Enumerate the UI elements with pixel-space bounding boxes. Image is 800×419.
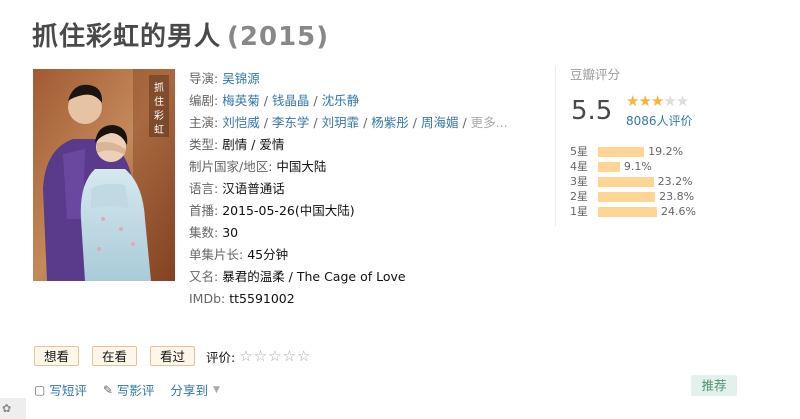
rating-star-label: 4星 (570, 160, 588, 173)
premiere-label: 首播: (189, 203, 219, 218)
poster-title-char: 彩 (154, 110, 164, 122)
review-link[interactable]: 写影评 (117, 380, 155, 399)
writer-label: 编剧: (189, 93, 219, 108)
poster-image[interactable]: 抓 住 彩 虹 (33, 69, 175, 281)
rate-label: 评价: (206, 349, 236, 365)
episodes-row: 集数: 30 (189, 222, 508, 244)
chevron-down-icon[interactable]: ▼ (213, 385, 220, 395)
writer-link[interactable]: 钱晶晶 (272, 93, 310, 108)
genre-value: 剧情 / 爱情 (222, 137, 285, 152)
poster-illustration: 抓 住 彩 虹 (33, 69, 175, 281)
aka-row: 又名: 暴君的温柔 / The Cage of Love (189, 266, 508, 288)
short-review-link[interactable]: 写短评 (49, 380, 87, 399)
imdb-label: IMDb: (189, 291, 226, 306)
director-label: 导演: (189, 71, 219, 86)
pencil-icon: ✎ (102, 382, 113, 397)
rating-panel: 豆瓣评分 5.5 ★★★★★ 8086人评价 (570, 64, 693, 128)
separator: / (408, 115, 421, 130)
imdb-row: IMDb: tt5591002 (189, 288, 508, 310)
movie-year: (2015) (227, 22, 330, 52)
rating-star-label: 2星 (570, 190, 588, 203)
poster-title-char: 抓 (154, 81, 164, 94)
genre-row: 类型: 剧情 / 爱情 (189, 134, 508, 156)
rating-bar (598, 162, 620, 172)
comment-icon: ▢ (34, 382, 46, 397)
star-filled-icon: ★ (638, 92, 651, 110)
separator: / (309, 115, 322, 130)
watching-button[interactable]: 在看 (92, 346, 138, 366)
rating-star-label: 5星 (570, 145, 588, 158)
poster-title-char: 住 (154, 95, 164, 108)
episodes-value: 30 (222, 225, 239, 240)
recommend-button[interactable]: 推荐 (691, 375, 737, 396)
cast-row: 主演: 刘恺威 / 李东学 / 刘玥霏 / 杨紫彤 / 周海媚 / 更多... (189, 112, 508, 134)
country-value: 中国大陆 (276, 159, 327, 174)
separator: / (359, 115, 372, 130)
movie-info: 导演: 吴锦源 编剧: 梅英菊 / 钱晶晶 / 沈乐静 主演: 刘恺威 / 李东… (189, 68, 508, 310)
writer-link[interactable]: 梅英菊 (222, 93, 260, 108)
imdb-value: tt5591002 (229, 291, 295, 306)
watched-button[interactable]: 看过 (150, 346, 196, 366)
cast-link[interactable]: 刘恺威 (222, 115, 260, 130)
language-label: 语言: (189, 181, 219, 196)
rate-stars-input[interactable]: ☆☆☆☆☆ (239, 347, 311, 365)
star-empty-icon: ★ (663, 92, 676, 110)
rating-star-label: 1星 (570, 205, 588, 218)
language-value: 汉语普通话 (222, 181, 285, 196)
share-link[interactable]: 分享到 (170, 380, 208, 399)
rating-stars: ★★★★★ (626, 92, 689, 110)
country-row: 制片国家/地区: 中国大陆 (189, 156, 508, 178)
cast-more-link[interactable]: 更多... (471, 115, 508, 130)
rating-bar (598, 192, 656, 202)
writer-link[interactable]: 沈乐静 (322, 93, 360, 108)
separator: / (309, 93, 322, 108)
rating-percent: 24.6% (661, 205, 696, 218)
runtime-row: 单集片长: 45分钟 (189, 244, 508, 266)
rating-bar (598, 177, 654, 187)
separator: / (259, 93, 272, 108)
premiere-row: 首播: 2015-05-26(中国大陆) (189, 200, 508, 222)
cast-link[interactable]: 杨紫彤 (371, 115, 409, 130)
separator: / (458, 115, 471, 130)
rating-star-label: 3星 (570, 175, 588, 188)
cast-link[interactable]: 刘玥霏 (322, 115, 360, 130)
cast-label: 主演: (189, 115, 219, 130)
premiere-value: 2015-05-26(中国大陆) (222, 203, 355, 218)
star-filled-icon: ★ (650, 92, 664, 110)
poster-title-char: 虹 (154, 124, 164, 136)
aka-label: 又名: (189, 269, 219, 284)
movie-title: 抓住彩虹的男人 (32, 22, 222, 52)
want-to-watch-button[interactable]: 想看 (34, 346, 80, 366)
rating-bar (598, 207, 658, 217)
rating-percent: 23.8% (659, 190, 695, 203)
page-title: 抓住彩虹的男人 (2015) (32, 16, 329, 53)
rating-percent: 19.2% (648, 145, 684, 158)
rating-percent: 9.1% (623, 160, 652, 173)
aka-value: 暴君的温柔 / The Cage of Love (222, 269, 406, 284)
star-empty-icon: ★ (675, 92, 689, 110)
rating-percent: 23.2% (657, 175, 693, 188)
rating-title: 豆瓣评分 (570, 67, 621, 82)
separator: / (259, 115, 272, 130)
genre-label: 类型: (189, 137, 219, 152)
episodes-label: 集数: (189, 225, 219, 240)
rating-score: 5.5 (571, 96, 613, 126)
divider (555, 66, 556, 226)
rating-bar (598, 147, 645, 157)
corner-widget: ✿ (0, 398, 26, 419)
action-bar: 想看 在看 看过 评价: ☆☆☆☆☆ (34, 346, 312, 366)
cast-link[interactable]: 周海媚 (421, 115, 459, 130)
star-filled-icon: ★ (626, 92, 639, 110)
runtime-label: 单集片长: (189, 247, 244, 262)
director-row: 导演: 吴锦源 (189, 68, 508, 90)
writer-row: 编剧: 梅英菊 / 钱晶晶 / 沈乐静 (189, 90, 508, 112)
social-links: ▢ 写短评 ✎ 写影评 分享到 ▼ (34, 380, 224, 399)
director-link[interactable]: 吴锦源 (222, 71, 260, 86)
cast-link[interactable]: 李东学 (272, 115, 310, 130)
country-label: 制片国家/地区: (189, 159, 273, 174)
language-row: 语言: 汉语普通话 (189, 178, 508, 200)
runtime-value: 45分钟 (247, 247, 289, 262)
rating-votes-link[interactable]: 8086人评价 (626, 112, 693, 129)
